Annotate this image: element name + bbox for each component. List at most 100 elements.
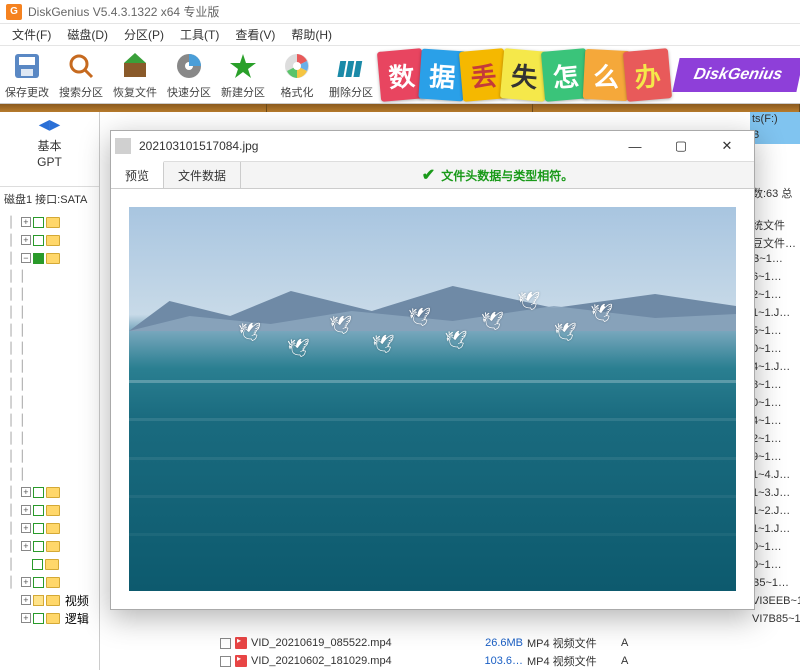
new-partition-button[interactable]: 新建分区: [216, 47, 270, 103]
expand-icon[interactable]: +: [21, 595, 31, 605]
file-size: 26.6MB: [465, 637, 523, 649]
file-fragment[interactable]: 4~1…: [750, 414, 800, 432]
menu-partition[interactable]: 分区(P): [116, 24, 172, 45]
tree-node[interactable]: │ │: [2, 393, 99, 411]
file-fragment[interactable]: 1~4.J…: [750, 468, 800, 486]
tree-node[interactable]: │ │: [2, 411, 99, 429]
tree-node[interactable]: │ +: [2, 213, 99, 231]
tree-node[interactable]: │ +: [2, 519, 99, 537]
tree-node[interactable]: │ +: [2, 573, 99, 591]
file-fragment[interactable]: 1~1.J…: [750, 522, 800, 540]
file-fragment[interactable]: 豆文件…: [750, 234, 800, 252]
tree-node[interactable]: │: [2, 555, 99, 573]
file-fragment[interactable]: 0~1…: [750, 396, 800, 414]
file-row[interactable]: VID_20210619_085522.mp4 26.6MB MP4 视频文件 …: [100, 634, 800, 652]
quick-partition-button[interactable]: 快速分区: [162, 47, 216, 103]
file-fragment[interactable]: VI7B85~1…: [750, 612, 800, 630]
tree-node[interactable]: │ │: [2, 339, 99, 357]
maximize-button[interactable]: ▢: [658, 132, 704, 160]
search-partition-button[interactable]: 搜索分区: [54, 47, 108, 103]
tree-node[interactable]: │ │: [2, 303, 99, 321]
format-button[interactable]: 格式化: [270, 47, 324, 103]
file-fragment[interactable]: 统文件: [750, 216, 800, 234]
tree-node[interactable]: │ +: [2, 483, 99, 501]
tree-node[interactable]: │ +: [2, 501, 99, 519]
file-fragment[interactable]: 0~1…: [750, 558, 800, 576]
expand-icon[interactable]: −: [21, 253, 31, 263]
file-fragment[interactable]: B~1…: [750, 252, 800, 270]
file-type: MP4 视频文件: [527, 635, 617, 651]
tree-node[interactable]: │ │: [2, 465, 99, 483]
folder-icon: [46, 577, 60, 588]
file-fragment[interactable]: 6~1…: [750, 270, 800, 288]
tree-node[interactable]: │ +: [2, 537, 99, 555]
expand-icon[interactable]: +: [21, 613, 31, 623]
tree-node[interactable]: +逻辑: [2, 609, 99, 627]
expand-icon[interactable]: +: [21, 235, 31, 245]
checkbox[interactable]: [33, 613, 44, 624]
preview-window: 202103101517084.jpg — ▢ ✕ 预览 文件数据 ✔ 文件头数…: [110, 130, 755, 610]
expand-icon[interactable]: +: [21, 577, 31, 587]
nav-arrows[interactable]: ◀▶: [0, 112, 99, 137]
tree-node[interactable]: │ −: [2, 249, 99, 267]
file-row[interactable]: VID_20210602_181029.mp4 103.6… MP4 视频文件 …: [100, 652, 800, 670]
checkbox[interactable]: [33, 487, 44, 498]
save-button[interactable]: 保存更改: [0, 47, 54, 103]
file-fragment[interactable]: 1~2.J…: [750, 504, 800, 522]
expand-icon[interactable]: +: [21, 541, 31, 551]
menu-help[interactable]: 帮助(H): [283, 24, 340, 45]
preview-titlebar[interactable]: 202103101517084.jpg — ▢ ✕: [111, 131, 754, 161]
recover-button[interactable]: 恢复文件: [108, 47, 162, 103]
tree-node[interactable]: │ │: [2, 447, 99, 465]
menu-file[interactable]: 文件(F): [4, 24, 59, 45]
file-fragment[interactable]: 1~1.J…: [750, 306, 800, 324]
expand-icon[interactable]: +: [21, 523, 31, 533]
tab-preview[interactable]: 预览: [111, 161, 164, 188]
close-button[interactable]: ✕: [704, 132, 750, 160]
menu-tools[interactable]: 工具(T): [172, 24, 227, 45]
menu-view[interactable]: 查看(V): [227, 24, 283, 45]
checkbox[interactable]: [33, 505, 44, 516]
file-fragment[interactable]: 4~1.J…: [750, 360, 800, 378]
tab-filedata[interactable]: 文件数据: [164, 162, 241, 188]
file-fragment[interactable]: 9~1…: [750, 450, 800, 468]
checkbox[interactable]: [220, 656, 231, 667]
menu-disk[interactable]: 磁盘(D): [59, 24, 116, 45]
tree-node[interactable]: │ +: [2, 231, 99, 249]
file-fragment[interactable]: 0~1…: [750, 342, 800, 360]
checkbox[interactable]: [33, 541, 44, 552]
expand-icon[interactable]: +: [21, 487, 31, 497]
expand-icon[interactable]: +: [21, 505, 31, 515]
tree-node[interactable]: │ │: [2, 285, 99, 303]
tree-node[interactable]: │ │: [2, 429, 99, 447]
tree-node[interactable]: │ │: [2, 267, 99, 285]
checkbox[interactable]: [33, 235, 44, 246]
tree-node[interactable]: +视频: [2, 591, 99, 609]
expand-icon[interactable]: +: [21, 217, 31, 227]
file-fragment[interactable]: VI3EEB~1…: [750, 594, 800, 612]
video-file-icon: [235, 655, 247, 667]
checkbox[interactable]: [33, 253, 44, 264]
tree-node[interactable]: │ │: [2, 321, 99, 339]
menu-bar: 文件(F) 磁盘(D) 分区(P) 工具(T) 查看(V) 帮助(H): [0, 24, 800, 46]
file-fragment[interactable]: 5~1…: [750, 324, 800, 342]
file-fragment[interactable]: 2~1…: [750, 432, 800, 450]
folder-icon: [45, 559, 59, 570]
tree-node[interactable]: │ │: [2, 375, 99, 393]
file-fragment[interactable]: 0~1…: [750, 540, 800, 558]
file-fragment[interactable]: B5~1…: [750, 576, 800, 594]
delete-partition-button[interactable]: 删除分区: [324, 47, 378, 103]
file-extra-column: 统文件豆文件…B~1…6~1…2~1…1~1.J…5~1…0~1…4~1.J…8…: [750, 216, 800, 630]
checkbox[interactable]: [33, 577, 44, 588]
file-fragment[interactable]: 2~1…: [750, 288, 800, 306]
checkbox[interactable]: [33, 523, 44, 534]
checkbox[interactable]: [33, 595, 44, 606]
checkbox[interactable]: [32, 559, 43, 570]
directory-tree[interactable]: │ + │ + │ − │ │ │ │ │ │ │ │ │ │ │ │ │ │ …: [0, 211, 99, 670]
file-fragment[interactable]: 1~3.J…: [750, 486, 800, 504]
tree-node[interactable]: │ │: [2, 357, 99, 375]
minimize-button[interactable]: —: [612, 132, 658, 160]
checkbox[interactable]: [220, 638, 231, 649]
checkbox[interactable]: [33, 217, 44, 228]
file-fragment[interactable]: 8~1…: [750, 378, 800, 396]
